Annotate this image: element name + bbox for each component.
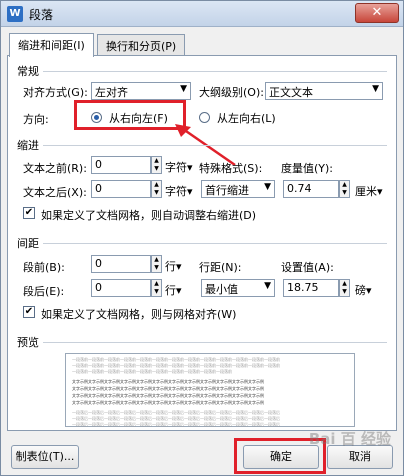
preview-sample-line: 文字示例文字示例文字示例文字示例文字示例文字示例文字示例文字示例文字示例文字示例… bbox=[72, 386, 264, 391]
outline-level-label: 大纲级别(O): bbox=[199, 86, 264, 99]
space-before-spinner[interactable]: ▲ ▼ bbox=[151, 255, 162, 273]
watermark: Bai 百 经验 bbox=[308, 430, 391, 448]
section-indent-title: 缩进 bbox=[17, 139, 39, 152]
dropdown-arrow-icon: ▼ bbox=[180, 84, 187, 94]
space-after-unit[interactable]: 行▾ bbox=[165, 282, 182, 298]
app-icon: W bbox=[7, 6, 23, 22]
indent-before-label: 文本之前(R): bbox=[23, 162, 87, 175]
special-format-label: 特殊格式(S): bbox=[199, 162, 263, 175]
space-after-spinner[interactable]: ▲ ▼ bbox=[151, 279, 162, 297]
measure-label: 度量值(Y): bbox=[281, 162, 334, 175]
space-before-input[interactable]: 0 bbox=[91, 255, 151, 273]
indent-after-spinner[interactable]: ▲ ▼ bbox=[151, 180, 162, 198]
alignment-select[interactable]: 左对齐 ▼ bbox=[91, 82, 191, 100]
section-spacing-title: 间距 bbox=[17, 237, 39, 250]
tab-indent-spacing[interactable]: 缩进和间距(I) bbox=[9, 33, 94, 57]
outline-level-value: 正文文本 bbox=[269, 86, 313, 99]
preview-next-line: 一段落后一段落后一段落后一段落后一段落后一段落后一段落后一段落后一段落后一段落后… bbox=[72, 416, 280, 421]
special-format-select[interactable]: 首行缩进 ▼ bbox=[201, 180, 275, 198]
outline-level-select[interactable]: 正文文本 ▼ bbox=[265, 82, 383, 100]
indent-before-input[interactable]: 0 bbox=[91, 156, 151, 174]
indent-after-input[interactable]: 0 bbox=[91, 180, 151, 198]
separator bbox=[43, 145, 387, 146]
grid-align-label[interactable]: 如果定义了文档网格，则与网格对齐(W) bbox=[41, 306, 236, 322]
auto-adjust-indent-checkbox[interactable]: ✔ bbox=[23, 207, 35, 219]
dropdown-arrow-icon: ▼ bbox=[264, 182, 271, 192]
space-after-input[interactable]: 0 bbox=[91, 279, 151, 297]
preview-sample-line: 文字示例文字示例文字示例文字示例文字示例文字示例文字示例文字示例文字示例文字示例… bbox=[72, 393, 264, 398]
preview-prev-line: 一段落前一段落前一段落前一段落前一段落前一段落前一段落前一段落前一段落前一段落前 bbox=[72, 369, 232, 374]
line-spacing-label: 行距(N): bbox=[199, 261, 242, 274]
measure-input[interactable]: 0.74 bbox=[283, 180, 339, 198]
preview-next-line: 一段落后一段落后一段落后一段落后一段落后一段落后一段落后一段落后一段落后一段落后… bbox=[72, 422, 280, 427]
set-value-spinner[interactable]: ▲ ▼ bbox=[339, 279, 350, 297]
set-value-unit[interactable]: 磅▾ bbox=[355, 282, 372, 298]
indent-before-unit[interactable]: 字符▾ bbox=[165, 159, 193, 175]
space-after-label: 段后(E): bbox=[23, 285, 65, 298]
auto-adjust-indent-label[interactable]: 如果定义了文档网格，则自动调整右缩进(D) bbox=[41, 207, 256, 223]
preview-box: 一段落前一段落前一段落前一段落前一段落前一段落前一段落前一段落前一段落前一段落前… bbox=[65, 353, 355, 427]
close-button[interactable]: ✕ bbox=[355, 3, 399, 23]
highlight-box-direction bbox=[74, 100, 186, 130]
dropdown-arrow-icon: ▼ bbox=[372, 84, 379, 94]
grid-align-checkbox[interactable]: ✔ bbox=[23, 306, 35, 318]
indent-after-unit[interactable]: 字符▾ bbox=[165, 183, 193, 199]
tab-stops-button[interactable]: 制表位(T)... bbox=[11, 445, 79, 469]
space-before-unit[interactable]: 行▾ bbox=[165, 258, 182, 274]
space-before-label: 段前(B): bbox=[23, 261, 65, 274]
separator bbox=[43, 243, 387, 244]
dropdown-arrow-icon: ▼ bbox=[264, 281, 271, 291]
alignment-value: 左对齐 bbox=[95, 86, 128, 99]
direction-label: 方向: bbox=[23, 113, 49, 126]
preview-prev-line: 一段落前一段落前一段落前一段落前一段落前一段落前一段落前一段落前一段落前一段落前… bbox=[72, 363, 280, 368]
preview-prev-line: 一段落前一段落前一段落前一段落前一段落前一段落前一段落前一段落前一段落前一段落前… bbox=[72, 357, 280, 362]
measure-spinner[interactable]: ▲ ▼ bbox=[339, 180, 350, 198]
measure-unit[interactable]: 厘米▾ bbox=[355, 183, 383, 199]
special-format-value: 首行缩进 bbox=[205, 184, 249, 197]
title-bar[interactable]: W 段落 ✕ bbox=[1, 1, 403, 27]
tab-line-page-breaks[interactable]: 换行和分页(P) bbox=[97, 34, 186, 56]
dialog-title: 段落 bbox=[29, 8, 54, 22]
section-preview-title: 预览 bbox=[17, 336, 39, 349]
separator bbox=[43, 342, 387, 343]
alignment-label: 对齐方式(G): bbox=[23, 86, 88, 99]
preview-next-line: 一段落后一段落后一段落后一段落后一段落后一段落后一段落后一段落后一段落后一段落后… bbox=[72, 410, 280, 415]
preview-sample-line: 文字示例文字示例文字示例文字示例文字示例文字示例文字示例文字示例文字示例文字示例… bbox=[72, 379, 264, 384]
indent-before-spinner[interactable]: ▲ ▼ bbox=[151, 156, 162, 174]
preview-sample-line: 文字示例文字示例文字示例文字示例文字示例文字示例文字示例文字示例文字示例文字示例… bbox=[72, 400, 264, 405]
separator bbox=[43, 71, 387, 72]
line-spacing-value: 最小值 bbox=[205, 283, 238, 296]
paragraph-dialog: W 段落 ✕ 缩进和间距(I) 换行和分页(P) 常规 对齐方式(G): 左对齐… bbox=[0, 0, 404, 476]
indent-after-label: 文本之后(X): bbox=[23, 186, 87, 199]
set-value-input[interactable]: 18.75 bbox=[283, 279, 339, 297]
set-value-label: 设置值(A): bbox=[281, 261, 334, 274]
section-general-title: 常规 bbox=[17, 65, 39, 78]
line-spacing-select[interactable]: 最小值 ▼ bbox=[201, 279, 275, 297]
